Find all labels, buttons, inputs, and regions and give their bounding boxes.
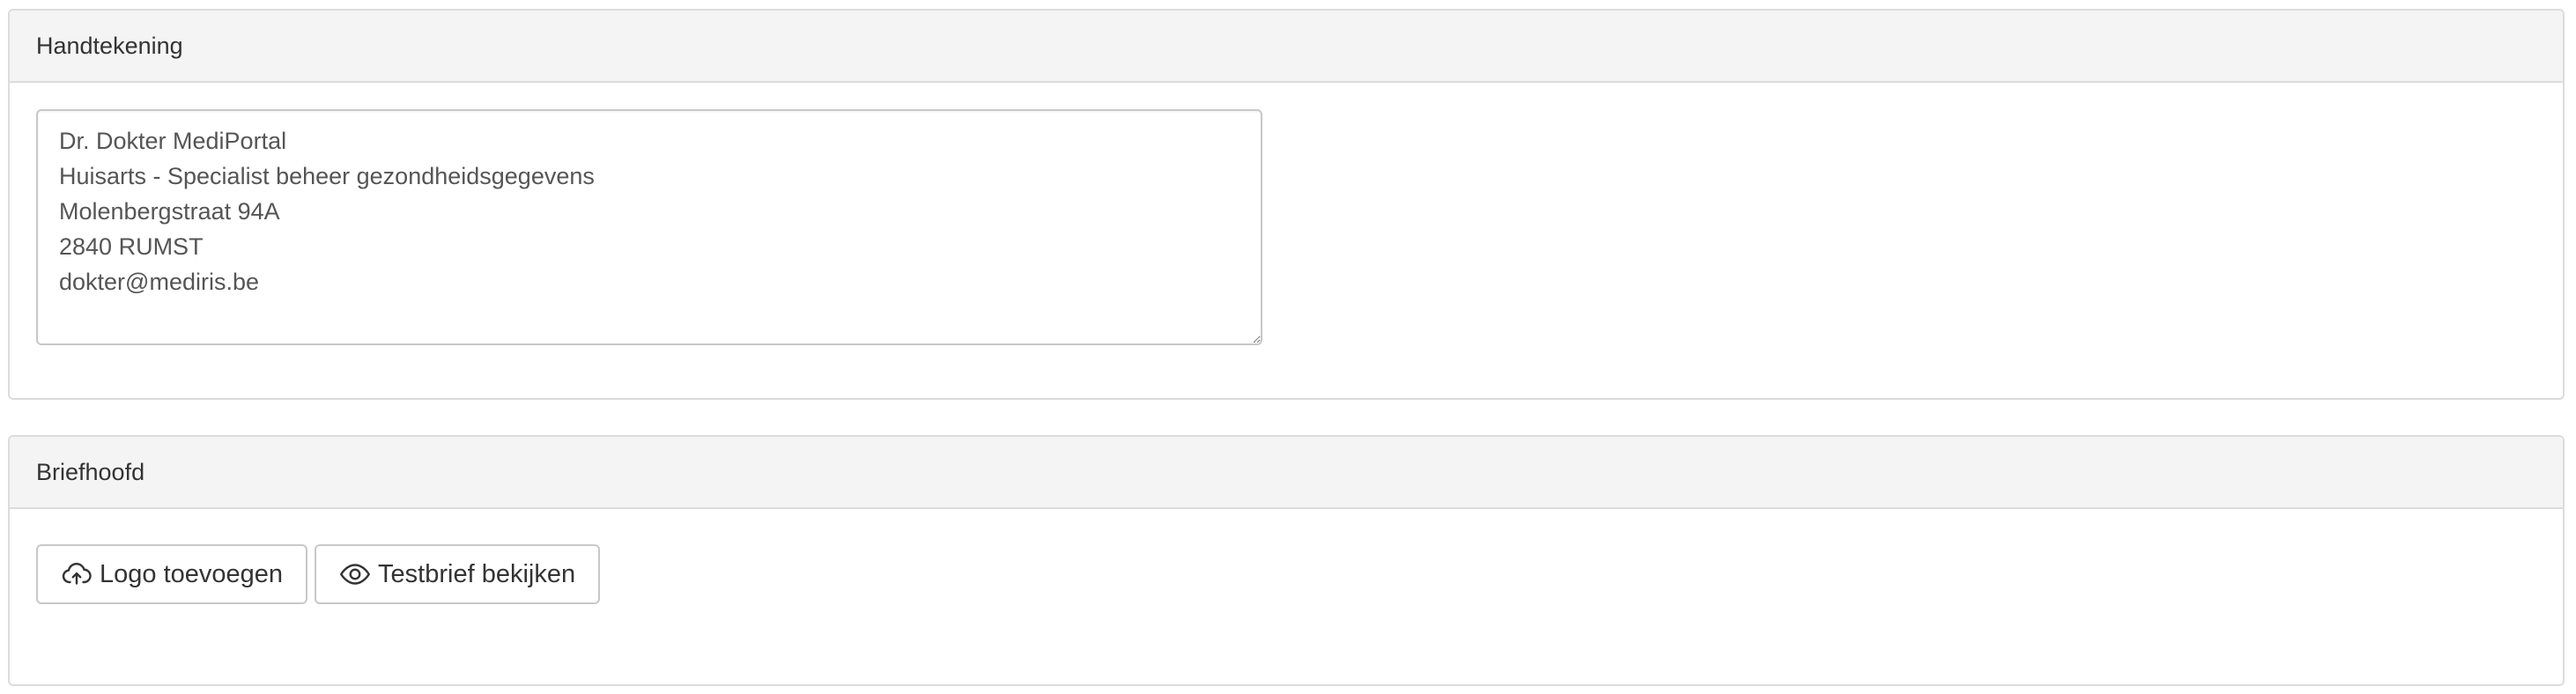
letterhead-actions: Logo toevoegen Testbrief bekijken: [36, 544, 2536, 604]
eye-icon: [339, 558, 371, 590]
signature-textarea[interactable]: Dr. Dokter MediPortal Huisarts - Special…: [36, 109, 1262, 345]
add-logo-label: Logo toevoegen: [100, 559, 284, 588]
letterhead-panel: Briefhoofd Logo toevoegen Testbrief beki…: [8, 435, 2565, 686]
cloud-upload-icon: [61, 558, 93, 590]
letterhead-heading: Briefhoofd: [10, 437, 2563, 509]
view-test-letter-button[interactable]: Testbrief bekijken: [315, 544, 601, 604]
signature-panel: Handtekening Dr. Dokter MediPortal Huisa…: [8, 9, 2565, 400]
view-test-letter-label: Testbrief bekijken: [378, 559, 576, 588]
signature-heading: Handtekening: [10, 11, 2563, 83]
signature-body: Dr. Dokter MediPortal Huisarts - Special…: [10, 83, 2563, 372]
letterhead-body: Logo toevoegen Testbrief bekijken: [10, 509, 2563, 631]
add-logo-button[interactable]: Logo toevoegen: [36, 544, 308, 604]
